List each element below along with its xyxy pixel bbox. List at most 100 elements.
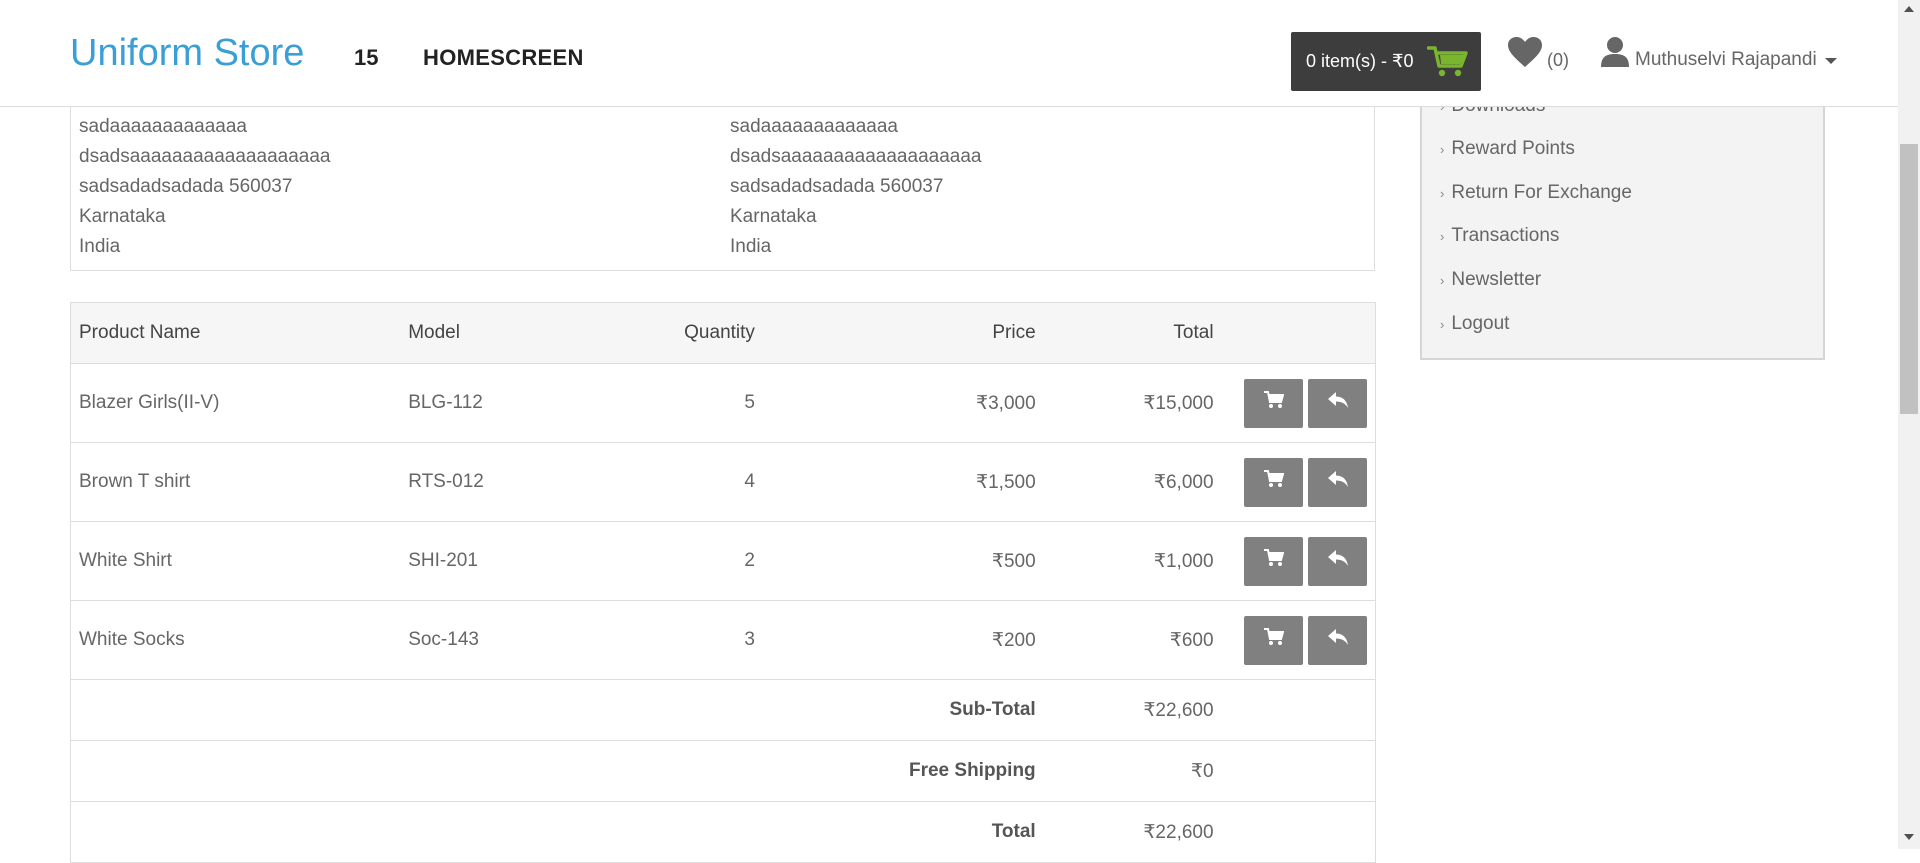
summary-value: ₹22,600	[1043, 679, 1222, 741]
sidebar-item-return-for-exchange[interactable]: › Return For Exchange	[1440, 182, 1632, 204]
product-model: RTS-012	[400, 442, 628, 522]
product-name[interactable]: White Shirt	[70, 521, 401, 601]
return-button[interactable]	[1308, 378, 1367, 428]
sidebar-item-transactions[interactable]: › Transactions	[1440, 225, 1560, 247]
nav-link-homescreen[interactable]: HOMESCREEN	[423, 45, 584, 71]
address-line: sadaaaaaaaaaaaaa	[79, 116, 248, 137]
summary-row-total: Total ₹22,600	[70, 801, 1376, 863]
column-header-quantity: Quantity	[627, 302, 763, 364]
address-line: Karnataka	[730, 206, 817, 227]
summary-label: Total	[70, 801, 1044, 863]
sidebar-item-label: Transactions	[1451, 225, 1560, 246]
table-row: White Shirt SHI-201 2 ₹500 ₹1,000	[70, 521, 1376, 601]
product-name[interactable]: White Socks	[70, 600, 401, 680]
row-actions	[1221, 521, 1376, 601]
scrollbar-thumb[interactable]	[1900, 144, 1918, 414]
sidebar-item-label: Logout	[1451, 313, 1510, 334]
product-total: ₹600	[1043, 600, 1222, 680]
heart-icon	[1507, 36, 1543, 73]
cart-button[interactable]: 0 item(s) - ₹0	[1291, 32, 1481, 91]
summary-value: ₹0	[1043, 740, 1222, 802]
scroll-up-arrow-icon[interactable]	[1904, 6, 1914, 12]
product-total: ₹6,000	[1043, 442, 1222, 522]
summary-row-subtotal: Sub-Total ₹22,600	[70, 679, 1376, 741]
address-line: sadaaaaaaaaaaaaa	[730, 116, 899, 137]
product-price: ₹500	[762, 521, 1044, 601]
user-icon	[1601, 36, 1629, 74]
return-button[interactable]	[1308, 615, 1367, 665]
reorder-button[interactable]	[1244, 536, 1303, 586]
product-quantity: 2	[627, 521, 763, 601]
chevron-right-icon: ›	[1440, 228, 1445, 244]
column-header-product: Product Name	[70, 302, 401, 364]
chevron-right-icon: ›	[1440, 316, 1445, 332]
column-header-price: Price	[762, 302, 1044, 364]
reply-icon	[1327, 470, 1349, 494]
top-header: Uniform Store 15 HOMESCREEN 0 item(s) - …	[0, 0, 1898, 107]
product-quantity: 4	[627, 442, 763, 522]
return-button[interactable]	[1308, 457, 1367, 507]
address-line: India	[730, 236, 772, 257]
product-quantity: 5	[627, 363, 763, 443]
address-line: sadsadadsadada 560037	[79, 176, 293, 197]
product-price: ₹1,500	[762, 442, 1044, 522]
cart-icon	[1263, 470, 1284, 494]
product-total: ₹1,000	[1043, 521, 1222, 601]
summary-label: Free Shipping	[70, 740, 1044, 802]
store-logo[interactable]: Uniform Store	[70, 32, 304, 75]
table-row: Blazer Girls(II-V) BLG-112 5 ₹3,000 ₹15,…	[70, 363, 1376, 443]
sidebar-item-label: Newsletter	[1451, 269, 1542, 290]
sidebar-item-logout[interactable]: › Logout	[1440, 313, 1510, 335]
order-products-table: Product Name Model Quantity Price Total …	[70, 302, 1376, 863]
table-header-row: Product Name Model Quantity Price Total	[70, 302, 1376, 364]
sidebar-item-newsletter[interactable]: › Newsletter	[1440, 269, 1542, 291]
return-button[interactable]	[1308, 536, 1367, 586]
scroll-down-arrow-icon[interactable]	[1904, 834, 1914, 840]
chevron-right-icon: ›	[1440, 141, 1445, 157]
reorder-button[interactable]	[1244, 378, 1303, 428]
cart-icon	[1263, 628, 1284, 652]
product-price: ₹3,000	[762, 363, 1044, 443]
cart-icon	[1263, 549, 1284, 573]
sidebar-item-label: Return For Exchange	[1451, 182, 1632, 203]
cart-summary: 0 item(s) - ₹0	[1306, 51, 1414, 71]
column-header-total: Total	[1043, 302, 1222, 364]
address-line: dsadsaaaaaaaaaaaaaaaaaaa	[730, 146, 982, 167]
product-quantity: 3	[627, 600, 763, 680]
sidebar-item-label: Reward Points	[1451, 138, 1575, 159]
scrollbar-track[interactable]	[1898, 0, 1920, 849]
summary-value: ₹22,600	[1043, 801, 1222, 863]
nav-link-number[interactable]: 15	[354, 45, 378, 71]
reorder-button[interactable]	[1244, 615, 1303, 665]
table-row: Brown T shirt RTS-012 4 ₹1,500 ₹6,000	[70, 442, 1376, 522]
chevron-down-icon	[1824, 58, 1837, 64]
chevron-right-icon: ›	[1440, 272, 1445, 288]
wishlist-link[interactable]: (0)	[1507, 36, 1569, 73]
table-row: White Socks Soc-143 3 ₹200 ₹600	[70, 600, 1376, 680]
payment-address: sadaaaaaaaaaaaaa dsadsaaaaaaaaaaaaaaaaaa…	[79, 112, 330, 262]
address-line: dsadsaaaaaaaaaaaaaaaaaaa	[79, 146, 331, 167]
reply-icon	[1327, 391, 1349, 415]
address-line: sadsadadsadada 560037	[730, 176, 944, 197]
column-header-actions	[1221, 302, 1376, 364]
row-actions	[1221, 442, 1376, 522]
reply-icon	[1327, 628, 1349, 652]
reorder-button[interactable]	[1244, 457, 1303, 507]
product-model: SHI-201	[400, 521, 628, 601]
wishlist-count: (0)	[1547, 50, 1569, 70]
cart-icon	[1426, 44, 1469, 83]
product-name[interactable]: Brown T shirt	[70, 442, 401, 522]
address-line: India	[79, 236, 121, 257]
reply-icon	[1327, 549, 1349, 573]
cart-icon	[1263, 391, 1284, 415]
product-model: BLG-112	[400, 363, 628, 443]
row-actions	[1221, 363, 1376, 443]
product-name[interactable]: Blazer Girls(II-V)	[70, 363, 401, 443]
user-menu[interactable]: Muthuselvi Rajapandi	[1601, 36, 1837, 74]
sidebar-item-reward-points[interactable]: › Reward Points	[1440, 138, 1575, 160]
product-price: ₹200	[762, 600, 1044, 680]
address-line: Karnataka	[79, 206, 166, 227]
chevron-right-icon: ›	[1440, 185, 1445, 201]
summary-row-shipping: Free Shipping ₹0	[70, 740, 1376, 802]
summary-label: Sub-Total	[70, 679, 1044, 741]
